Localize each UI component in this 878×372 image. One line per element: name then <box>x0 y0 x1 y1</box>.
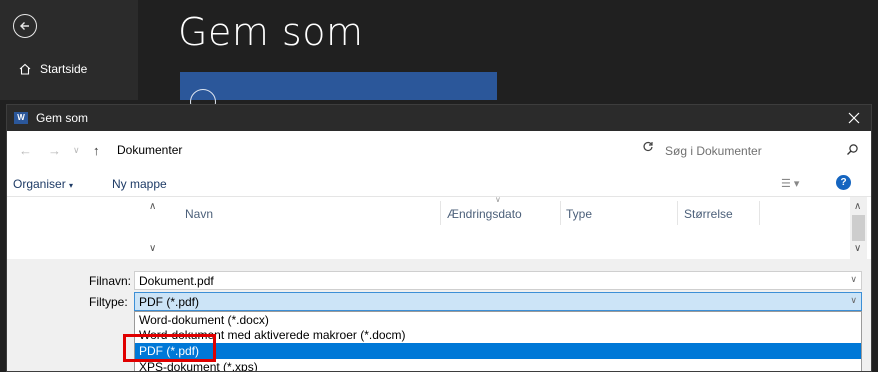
filename-value[interactable]: Dokument.pdf <box>139 274 214 288</box>
new-folder-button[interactable]: Ny mappe <box>112 177 167 191</box>
home-icon <box>19 63 31 75</box>
scrollbar-thumb[interactable] <box>852 215 865 241</box>
close-button[interactable] <box>845 109 863 127</box>
column-header-date[interactable]: Ændringsdato <box>447 207 522 221</box>
filename-label: Filnavn: <box>89 274 132 288</box>
dialog-toolbar: Organiser ▾ Ny mappe ☰ ▾ ? <box>7 169 871 197</box>
organize-menu-button[interactable]: Organiser ▾ <box>13 177 73 191</box>
organize-label: Organiser <box>13 177 66 191</box>
page-title: Gem som <box>178 10 364 54</box>
recent-locations-chevron-icon[interactable]: ∨ <box>73 145 80 156</box>
column-header-type[interactable]: Type <box>566 207 592 221</box>
filetype-dropdown-chevron-icon[interactable]: ∨ <box>850 295 857 306</box>
save-location-panel[interactable] <box>180 72 497 115</box>
address-row: ← → ∨ ↑ Dokumenter ∨ Søg i Dokumenter <box>7 131 871 169</box>
file-list-scrollbar[interactable]: ∧ ∨ <box>850 197 867 259</box>
dialog-titlebar: W Gem som <box>7 105 871 131</box>
filetype-option-docm[interactable]: Word-dokument med aktiverede makroer (*.… <box>135 327 861 343</box>
filename-field[interactable]: Dokument.pdf ∨ <box>134 271 862 290</box>
address-bar[interactable]: Dokumenter ∨ <box>111 139 734 161</box>
highlight-annotation-box <box>123 334 216 362</box>
back-button[interactable] <box>13 14 37 38</box>
search-icon[interactable] <box>846 143 859 156</box>
filetype-value[interactable]: PDF (*.pdf) <box>139 295 199 309</box>
filetype-label: Filtype: <box>89 295 128 309</box>
close-icon <box>848 112 860 124</box>
column-divider[interactable] <box>560 201 561 225</box>
scroll-down-icon[interactable]: ∨ <box>854 243 861 254</box>
sort-indicator-icon: ∨ <box>495 195 501 204</box>
column-divider[interactable] <box>759 201 760 225</box>
filetype-select[interactable]: PDF (*.pdf) ∨ <box>134 292 862 311</box>
filetype-option-xps[interactable]: XPS-dokument (*.xps) <box>135 359 861 371</box>
refresh-icon[interactable] <box>642 141 654 153</box>
dialog-title: Gem som <box>36 111 89 125</box>
scroll-down-icon[interactable]: ∨ <box>149 243 156 254</box>
back-arrow-icon <box>20 22 29 30</box>
scroll-up-icon[interactable]: ∧ <box>149 201 156 212</box>
scroll-up-icon[interactable]: ∧ <box>854 201 861 212</box>
help-icon[interactable]: ? <box>836 175 851 190</box>
filetype-option-pdf[interactable]: PDF (*.pdf) <box>135 343 861 359</box>
search-placeholder: Søg i Dokumenter <box>665 144 762 158</box>
filename-dropdown-chevron-icon[interactable]: ∨ <box>850 274 857 285</box>
column-header-size[interactable]: Størrelse <box>684 207 733 221</box>
address-current-folder[interactable]: Dokumenter <box>117 143 182 157</box>
forward-nav-icon[interactable]: → <box>48 143 61 158</box>
filetype-dropdown-list: Word-dokument (*.docx) Word-dokument med… <box>134 311 862 371</box>
organize-dropdown-icon: ▾ <box>69 181 74 190</box>
word-app-icon: W <box>14 112 28 124</box>
nav-pane-scrollbar[interactable]: ∧ ∨ <box>145 197 162 259</box>
home-label: Startside <box>40 62 88 76</box>
file-list: ∧ ∨ ∨ Navn Ændringsdato Type Størrelse ∧… <box>7 195 871 259</box>
save-as-dialog: W Gem som ← → ∨ ↑ Dokumenter ∨ Søg i Dok… <box>6 104 872 372</box>
search-input[interactable]: Søg i Dokumenter <box>655 139 865 161</box>
view-options-icon[interactable]: ☰ ▾ <box>781 177 799 190</box>
filetype-option-docx[interactable]: Word-dokument (*.docx) <box>135 312 861 328</box>
up-folder-icon[interactable]: ↑ <box>93 143 100 158</box>
back-nav-icon[interactable]: ← <box>19 143 32 158</box>
column-header-name[interactable]: Navn <box>185 207 213 221</box>
backstage-nav: Startside <box>0 0 138 100</box>
column-divider[interactable] <box>440 201 441 225</box>
home-nav-item[interactable]: Startside <box>18 62 87 76</box>
column-divider[interactable] <box>677 201 678 225</box>
